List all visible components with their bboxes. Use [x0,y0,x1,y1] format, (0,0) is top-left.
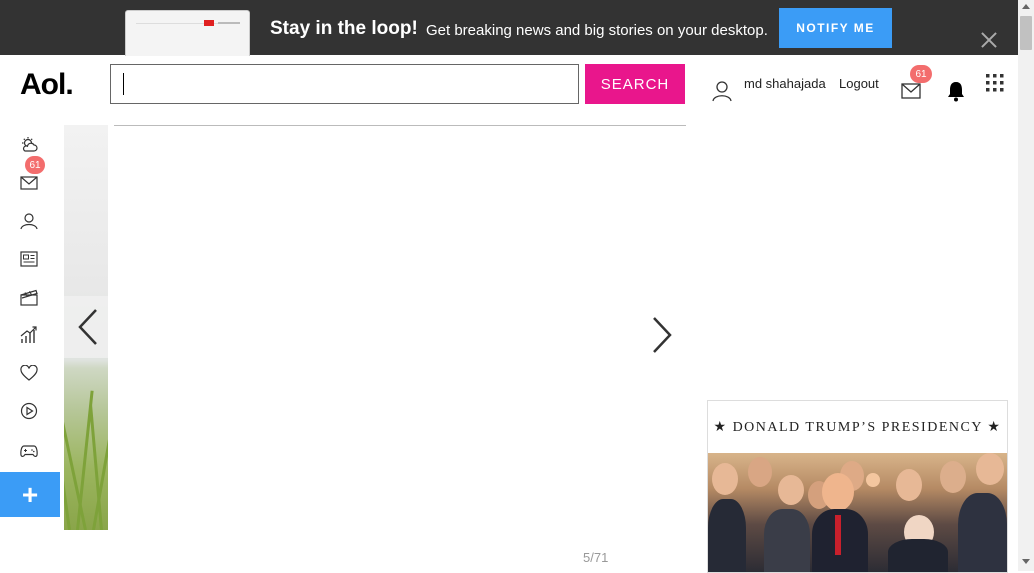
card-photo[interactable] [708,453,1007,572]
bell-icon[interactable] [946,80,966,102]
lifestyle-heart-icon[interactable] [18,362,40,384]
notify-me-button[interactable]: NOTIFY ME [779,8,892,48]
scrollbar[interactable] [1018,0,1034,571]
mail-icon[interactable] [18,172,40,194]
games-controller-icon[interactable] [18,440,40,462]
presidency-card[interactable]: ★ DONALD TRUMP’S PRESIDENCY ★ [707,400,1008,573]
next-slide-arrow-icon[interactable] [640,304,684,366]
gallery-divider [114,125,686,126]
mail-icon[interactable] [901,83,921,99]
add-more-button[interactable]: + [0,472,60,517]
weather-icon[interactable] [18,134,40,156]
profile-icon[interactable] [18,210,40,232]
scroll-down-arrow-icon[interactable] [1022,559,1030,564]
logout-link[interactable]: Logout [839,76,879,91]
mail-count-badge: 61 [910,65,932,83]
scroll-up-arrow-icon[interactable] [1022,4,1030,9]
username-link[interactable]: md shahajada [744,76,826,91]
close-icon[interactable] [979,30,999,50]
apps-grid-icon[interactable] [986,74,1004,92]
rail-mail-count-badge: 61 [25,156,45,174]
notification-banner: Stay in the loop! Get breaking news and … [0,0,1018,56]
banner-subtitle: Get breaking news and big stories on you… [426,22,768,39]
finance-icon[interactable] [18,324,40,346]
user-icon[interactable] [712,80,732,102]
search-input[interactable] [110,64,579,104]
banner-thumbnail [125,10,250,56]
search-button[interactable]: SEARCH [585,64,685,104]
previous-slide-arrow-icon[interactable] [64,296,108,358]
card-title: ★ DONALD TRUMP’S PRESIDENCY ★ [713,419,1002,435]
scroll-thumb[interactable] [1020,16,1032,50]
news-icon[interactable] [18,248,40,270]
video-play-icon[interactable] [18,400,40,422]
entertainment-icon[interactable] [18,286,40,308]
banner-title: Stay in the loop! [270,18,418,39]
text-caret [123,73,124,95]
aol-logo[interactable]: Aol. [20,68,74,102]
slide-counter: 5/71 [583,550,609,565]
